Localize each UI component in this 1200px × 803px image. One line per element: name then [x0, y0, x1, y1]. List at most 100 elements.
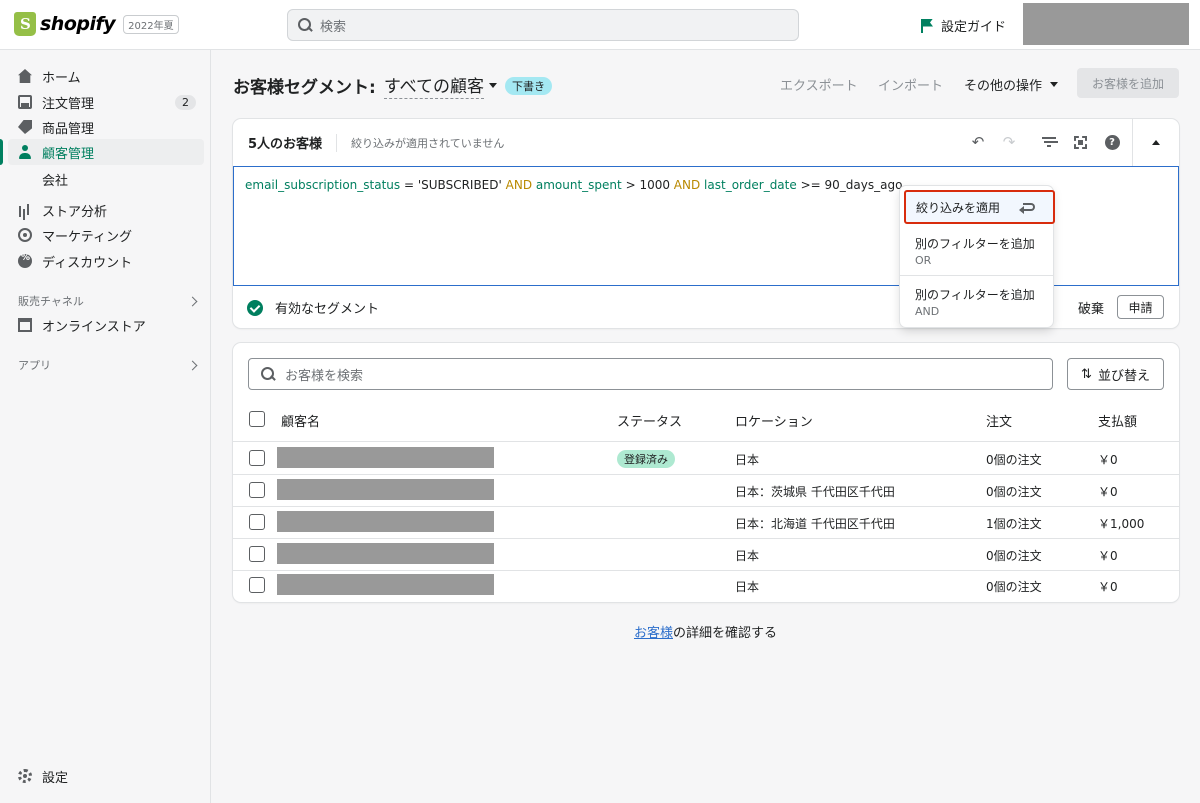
query-field: email_subscription_status [245, 178, 401, 192]
add-and-filter-label: 別のフィルターを追加 [915, 288, 1035, 302]
sales-channels-header[interactable]: 販売チャネル [18, 293, 198, 309]
query-value: 90_days_ago [824, 178, 903, 192]
sidebar-item-label: ホーム [42, 70, 81, 86]
query-keyword: AND [501, 178, 536, 192]
or-label: OR [915, 254, 932, 267]
add-and-filter-option[interactable]: 別のフィルターを追加 AND [900, 286, 1053, 318]
row-orders: 1個の注文 [986, 517, 1042, 531]
sidebar-item-label: 顧客管理 [42, 146, 95, 162]
filter-icon[interactable] [1040, 133, 1058, 151]
divider [900, 275, 1053, 276]
divider [233, 570, 1179, 571]
column-header-location[interactable]: ロケーション [735, 411, 813, 430]
query-operator: > [621, 178, 640, 192]
bar-chart-icon [18, 203, 32, 217]
apps-label: アプリ [18, 359, 51, 372]
customers-help-link[interactable]: お客様 [634, 626, 673, 641]
global-search-input[interactable]: 検索 [287, 9, 799, 41]
customer-name-redacted[interactable] [277, 511, 494, 532]
apply-filter-label: 絞り込みを適用 [916, 200, 1001, 215]
setup-guide-label: 設定ガイド [941, 20, 1007, 35]
sidebar-item-online-store[interactable]: オンラインストア [8, 312, 204, 338]
query-operator: >= [796, 178, 825, 192]
segment-query: email_subscription_status = 'SUBSCRIBED'… [245, 178, 902, 192]
sidebar-item-label: マーケティング [42, 229, 132, 245]
setup-guide-button[interactable]: 設定ガイド [921, 16, 1006, 35]
sidebar-item-label: ストア分析 [42, 204, 108, 220]
customer-search-input[interactable]: お客様を検索 [248, 358, 1053, 390]
caret-up-icon [1152, 140, 1160, 145]
add-customer-button[interactable]: お客様を追加 [1077, 68, 1179, 98]
column-header-spent[interactable]: 支払額 [1098, 411, 1137, 430]
gear-icon [18, 769, 32, 783]
column-header-orders[interactable]: 注文 [986, 411, 1012, 430]
edition-badge: 2022年夏 [123, 14, 179, 34]
divider [336, 133, 338, 152]
more-actions-button[interactable]: その他の操作 [964, 75, 1059, 94]
flag-icon [921, 18, 933, 33]
query-keyword: AND [669, 178, 705, 192]
select-area-icon[interactable] [1071, 133, 1089, 151]
sidebar-item-label: 注文管理 [42, 96, 95, 112]
row-location: 日本 [735, 549, 760, 563]
sidebar-item-analytics[interactable]: ストア分析 [8, 197, 204, 223]
sidebar-item-home[interactable]: ホーム [8, 63, 204, 89]
sidebar-item-label: ディスカウント [42, 255, 133, 271]
help-icon[interactable]: ? [1103, 133, 1121, 151]
segment-selector[interactable]: すべての顧客 [383, 72, 484, 99]
customer-name-redacted[interactable] [277, 447, 494, 468]
customer-name-redacted[interactable] [277, 543, 494, 564]
row-checkbox[interactable] [249, 482, 265, 498]
row-checkbox[interactable] [249, 546, 265, 562]
submit-button[interactable]: 申請 [1117, 295, 1164, 319]
undo-icon[interactable]: ↶ [969, 133, 987, 151]
orders-count-badge: 2 [175, 94, 196, 110]
collapse-editor-button[interactable] [1132, 119, 1179, 166]
draft-badge: 下書き [504, 76, 552, 95]
search-icon [261, 367, 275, 381]
logo-text: shopify [40, 13, 116, 35]
sort-icon: ⇅ [1081, 366, 1092, 382]
divider [233, 538, 1179, 539]
caret-down-icon[interactable] [488, 83, 497, 88]
row-location: 日本 [735, 453, 760, 467]
discard-button[interactable]: 破棄 [1078, 298, 1104, 317]
sidebar-item-companies[interactable]: 会社 [42, 170, 68, 189]
shopify-logo[interactable]: shopify 2022年夏 [14, 12, 179, 36]
check-circle-icon [247, 299, 263, 316]
sidebar-item-label: 設定 [42, 770, 69, 786]
query-value: 'SUBSCRIBED' [417, 178, 502, 192]
apply-filter-option[interactable]: 絞り込みを適用 [904, 190, 1055, 224]
export-button[interactable]: エクスポート [780, 75, 858, 94]
row-checkbox[interactable] [249, 514, 265, 530]
add-or-filter-label: 別のフィルターを追加 [915, 237, 1035, 251]
row-checkbox[interactable] [249, 450, 265, 466]
select-all-checkbox[interactable] [249, 411, 265, 427]
column-header-name[interactable]: 顧客名 [281, 411, 320, 430]
sidebar-item-marketing[interactable]: マーケティング [8, 222, 204, 248]
query-field: last_order_date [704, 178, 797, 192]
row-checkbox[interactable] [249, 577, 265, 593]
sidebar-item-settings[interactable]: 設定 [8, 763, 204, 789]
account-menu-redacted[interactable] [1023, 3, 1189, 45]
sidebar-item-discounts[interactable]: ディスカウント [8, 248, 204, 274]
divider [233, 474, 1179, 475]
sidebar-item-customers[interactable]: 顧客管理 [0, 139, 204, 165]
apps-header[interactable]: アプリ [18, 357, 198, 373]
import-button[interactable]: インポート [878, 75, 943, 94]
sidebar-item-products[interactable]: 商品管理 [8, 114, 204, 140]
row-location: 日本：茨城県 千代田区千代田 [735, 485, 895, 499]
no-filter-text: 絞り込みが適用されていません [351, 136, 505, 150]
redo-icon[interactable]: ↷ [1000, 133, 1018, 151]
query-operator: = [400, 178, 418, 192]
column-header-status[interactable]: ステータス [617, 411, 682, 430]
sidebar-item-orders[interactable]: 注文管理 2 [8, 89, 204, 115]
sidebar-item-label: 商品管理 [42, 121, 95, 137]
sort-button[interactable]: ⇅ 並び替え [1067, 358, 1164, 390]
add-or-filter-option[interactable]: 別のフィルターを追加 OR [900, 235, 1053, 267]
caret-down-icon [1050, 82, 1059, 87]
row-spent: ￥0 [1098, 453, 1118, 467]
page-title-text: お客様セグメント: [233, 78, 376, 98]
customer-name-redacted[interactable] [277, 574, 494, 595]
customer-name-redacted[interactable] [277, 479, 494, 500]
